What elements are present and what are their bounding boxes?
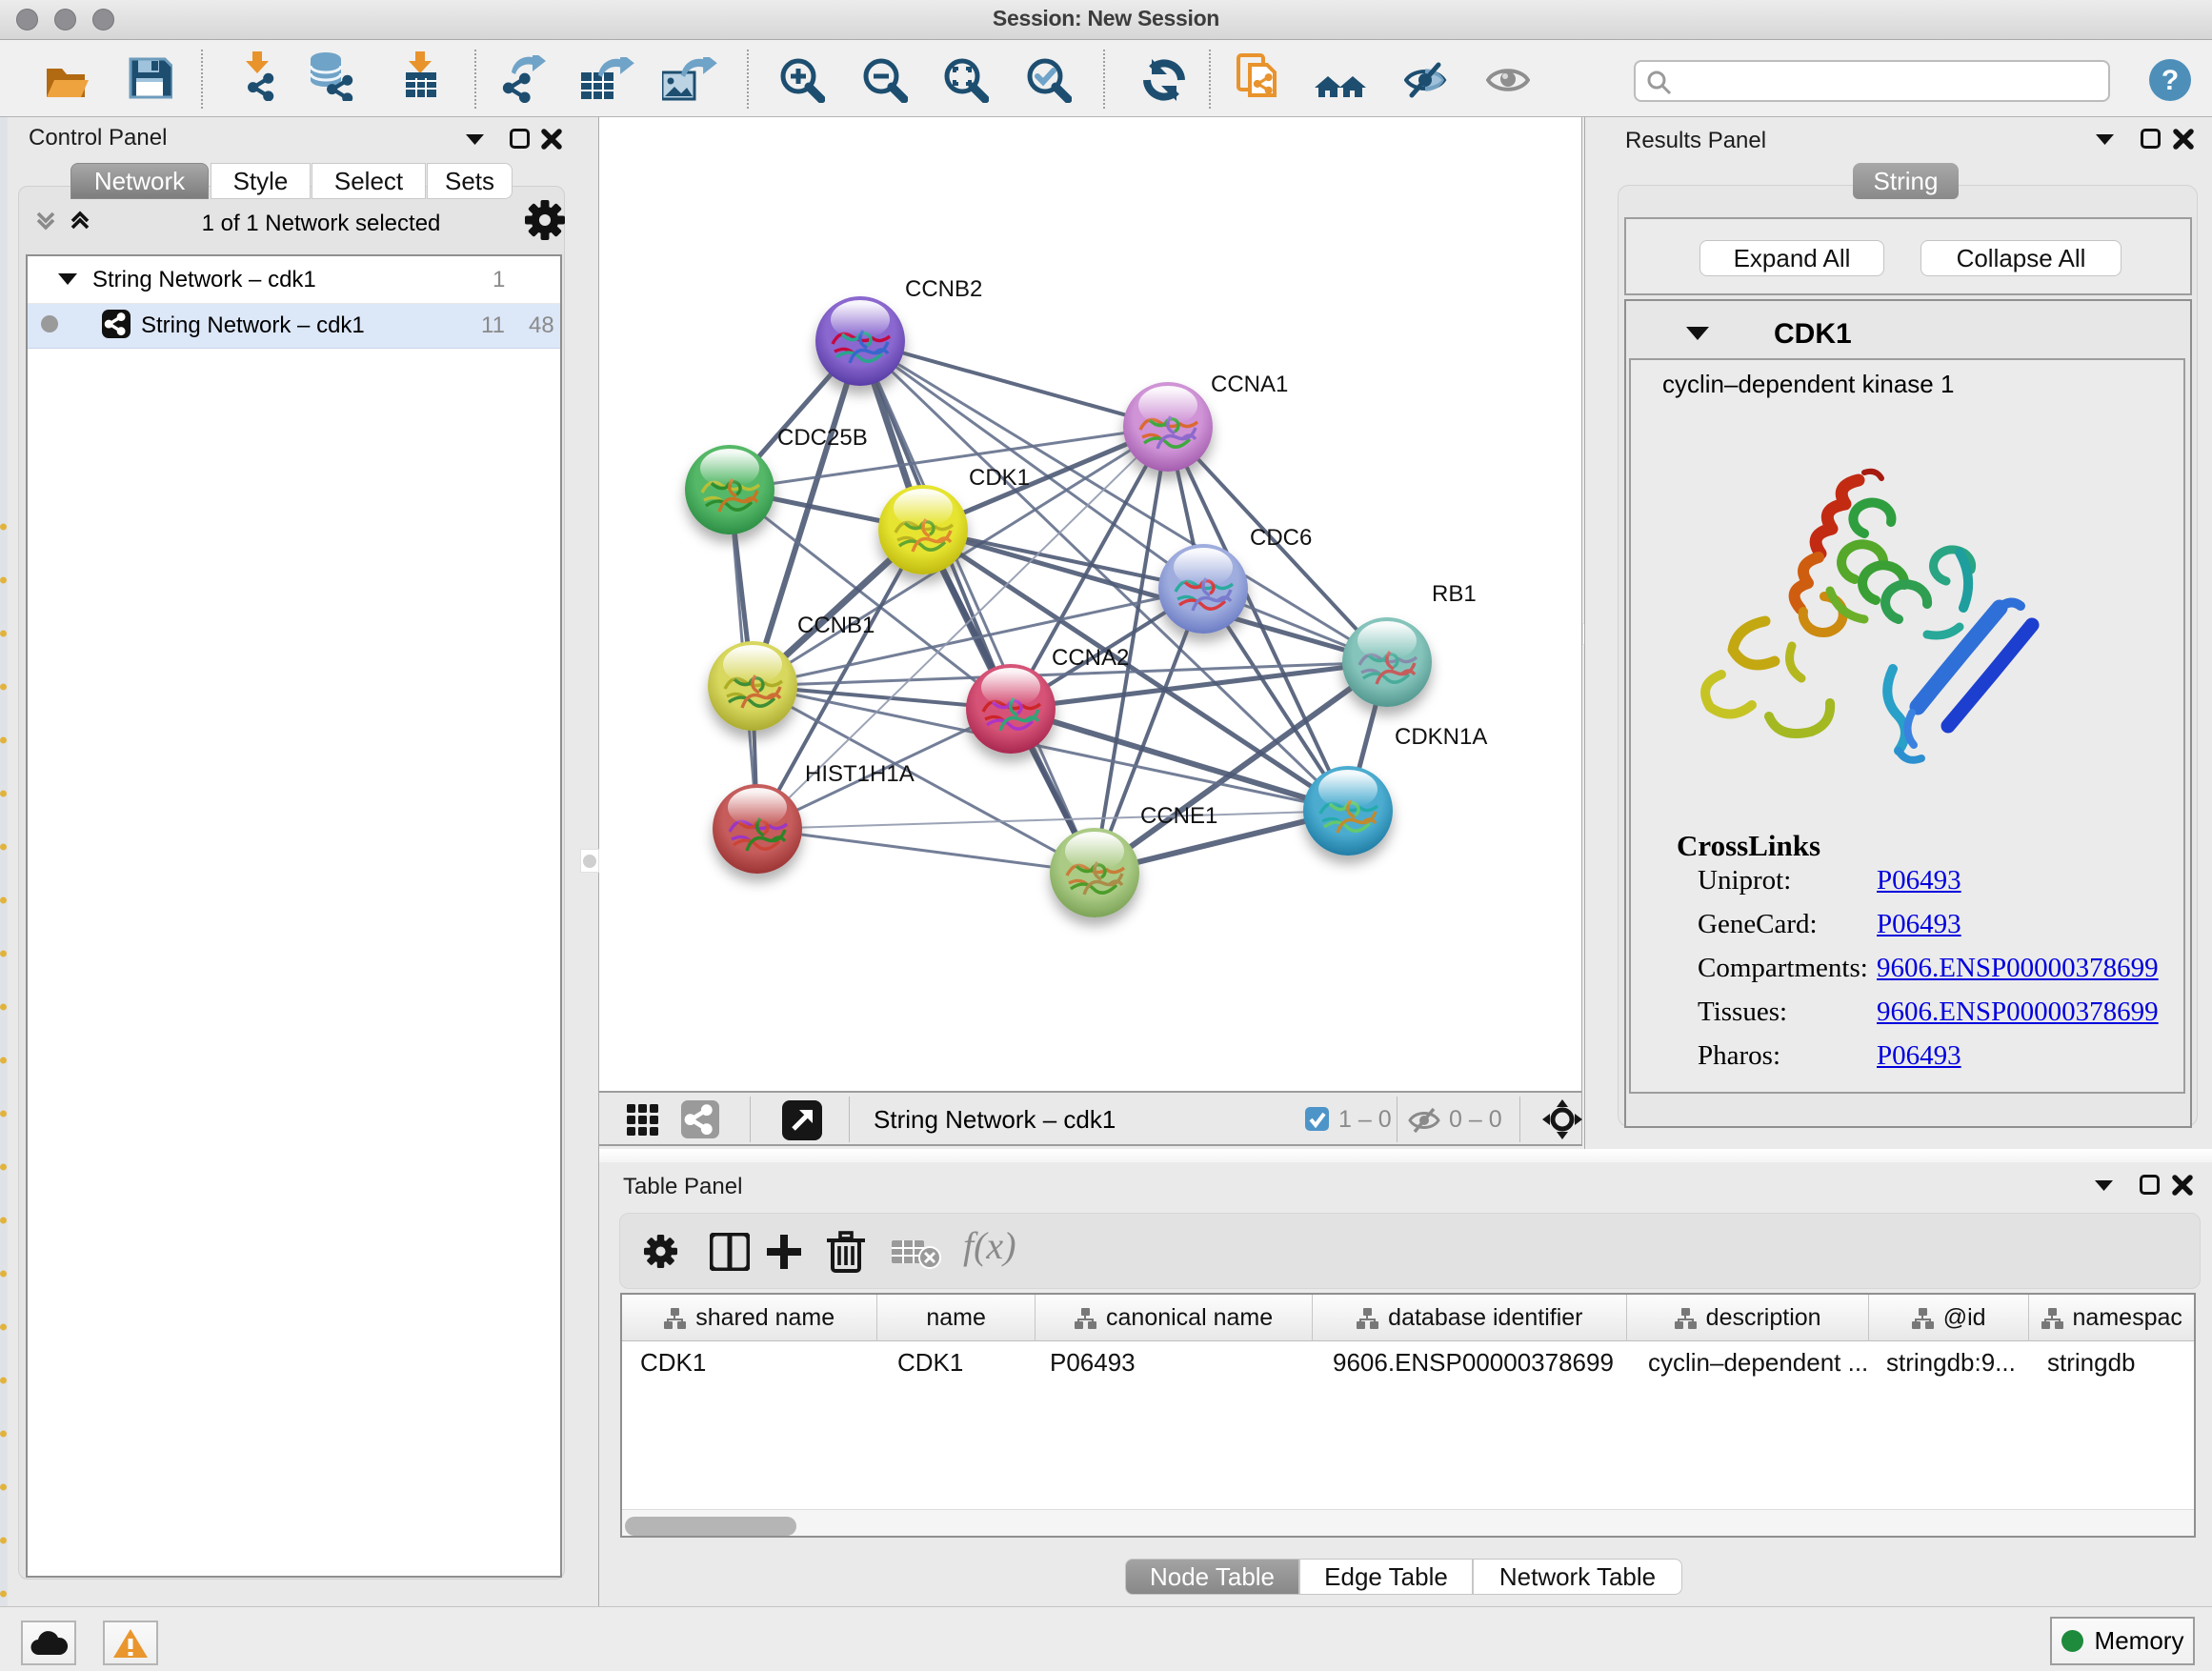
svg-text:?: ? [2162,65,2179,96]
